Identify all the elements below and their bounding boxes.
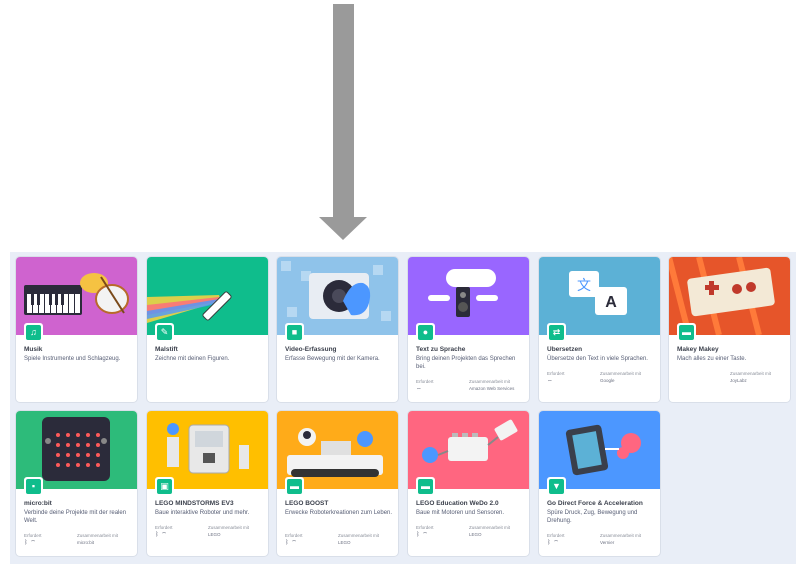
- card-description: Zeichne mit deinen Figuren.: [155, 356, 230, 362]
- down-arrow-icon: [319, 217, 367, 240]
- ev3-icon: ▣: [157, 479, 172, 494]
- card-title: LEGO BOOST: [285, 500, 329, 507]
- translate-icon: ⇄: [549, 325, 564, 340]
- bluetooth-wifi-icons: ᛒ ⌔: [155, 532, 167, 538]
- video-icon: ■: [287, 325, 302, 340]
- wifi-icon: ⌔: [416, 388, 423, 394]
- extension-card-pen[interactable]: ✎ Malstift Zeichne mit deinen Figuren.: [147, 257, 268, 402]
- extension-card-wedo[interactable]: ▬ LEGO Education WeDo 2.0 Baue mit Motor…: [408, 411, 529, 556]
- card-title: Musik: [24, 346, 43, 353]
- card-title: micro:bit: [24, 500, 52, 507]
- card-description: Spiele Instrumente und Schlagzeug.: [24, 356, 121, 362]
- force-icon: ▼: [549, 479, 564, 494]
- extension-card-boost[interactable]: ▬ LEGO BOOST Erwecke Roboterkreationen z…: [277, 411, 398, 556]
- card-description: Baue interaktive Roboter und mehr.: [155, 510, 250, 516]
- card-title: Video-Erfassung: [285, 346, 337, 353]
- boost-icon: ▬: [287, 479, 302, 494]
- extension-card-makey-makey[interactable]: ▬ Makey Makey Mach alles zu einer Taste.…: [669, 257, 790, 402]
- card-description: Erwecke Roboterkreationen zum Leben.: [285, 510, 393, 516]
- extension-card-video-sensing[interactable]: ■ Video-Erfassung Erfasse Bewegung mit d…: [277, 257, 398, 402]
- svg-text:文: 文: [577, 278, 591, 294]
- extension-card-translate[interactable]: 文 A ⇄ Übersetzen Übersetze den Text in v…: [539, 257, 660, 402]
- card-title: LEGO MINDSTORMS EV3: [155, 500, 234, 507]
- wifi-icon: ⌔: [547, 380, 554, 386]
- card-description: Spüre Druck, Zug, Bewegung und Drehung.: [547, 510, 638, 524]
- music-note-icon: ♫: [26, 325, 41, 340]
- bluetooth-wifi-icons: ᛒ ⌔: [547, 540, 559, 546]
- bluetooth-wifi-icons: ᛒ ⌔: [416, 532, 428, 538]
- card-description: Baue mit Motoren und Sensoren.: [416, 510, 505, 516]
- card-description: Mach alles zu einer Taste.: [677, 356, 747, 362]
- speech-icon: ●: [418, 325, 433, 340]
- pen-icon: ✎: [157, 325, 172, 340]
- extension-card-text-to-speech[interactable]: ● Text zu Sprache Bring deinen Projekten…: [408, 257, 529, 402]
- card-description: Erfasse Bewegung mit der Kamera.: [285, 356, 380, 362]
- card-description: Übersetze den Text in viele Sprachen.: [547, 356, 648, 362]
- card-title: Übersetzen: [547, 346, 583, 353]
- card-title: Malstift: [155, 346, 178, 353]
- bluetooth-wifi-icons: ᛒ ⌔: [285, 540, 297, 546]
- card-title: Text zu Sprache: [416, 346, 466, 353]
- makey-icon: ▬: [679, 325, 694, 340]
- card-description: Bring deinen Projekten das Sprechen bei.: [416, 356, 516, 370]
- wedo-icon: ▬: [418, 479, 433, 494]
- extension-card-force-acceleration[interactable]: ▼ Go Direct Force & Acceleration Spüre D…: [539, 411, 660, 556]
- card-title: LEGO Education WeDo 2.0: [416, 500, 499, 507]
- extension-card-music[interactable]: ♫ Musik Spiele Instrumente und Schlagzeu…: [16, 257, 137, 402]
- card-description: Verbinde deine Projekte mit der realen W…: [24, 510, 127, 524]
- bluetooth-wifi-icons: ᛒ ⌔: [24, 540, 36, 546]
- extension-card-ev3[interactable]: ▣ LEGO MINDSTORMS EV3 Baue interaktive R…: [147, 411, 268, 556]
- svg-text:A: A: [605, 294, 617, 311]
- card-title: Go Direct Force & Acceleration: [547, 500, 643, 507]
- microbit-icon: ▪: [26, 479, 41, 494]
- down-arrow-shaft: [333, 4, 354, 217]
- extension-card-microbit[interactable]: ▪ micro:bit Verbinde deine Projekte mit …: [16, 411, 137, 556]
- extension-library: ♫ Musik Spiele Instrumente und Schlagzeu…: [10, 252, 796, 564]
- card-title: Makey Makey: [677, 346, 719, 353]
